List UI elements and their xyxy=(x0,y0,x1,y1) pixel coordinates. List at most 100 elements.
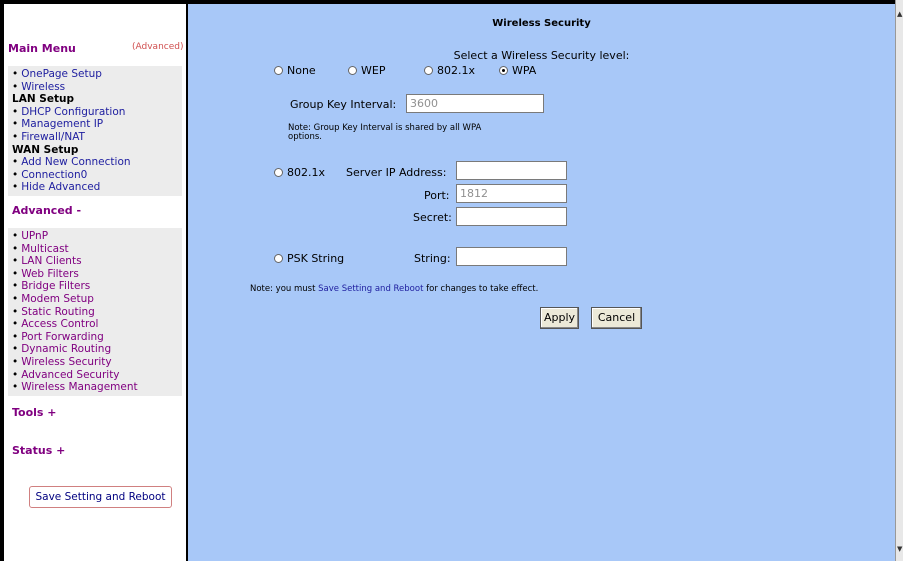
main-content: Wireless Security Select a Wireless Secu… xyxy=(188,4,895,561)
sidebar-item-label: Access Control xyxy=(21,318,99,331)
sidebar-item-connection0[interactable]: • Connection0 xyxy=(8,169,182,182)
radio-level-wep[interactable]: WEP xyxy=(348,64,385,77)
radio-psk-string[interactable]: PSK String xyxy=(274,252,344,265)
psk-string-input[interactable] xyxy=(456,247,567,266)
radio-auth-8021x[interactable]: 802.1x xyxy=(274,166,325,179)
sidebar-item-label: Advanced Security xyxy=(21,368,120,381)
bullet-icon: • xyxy=(12,168,19,181)
sidebar-item-dhcp-configuration[interactable]: • DHCP Configuration xyxy=(8,106,182,119)
sidebar-item-label: Connection0 xyxy=(21,168,88,181)
page-title: Wireless Security xyxy=(492,18,591,29)
security-level-prompt: Select a Wireless Security level: xyxy=(453,49,630,62)
bullet-icon: • xyxy=(12,80,19,93)
sidebar-item-label: Add New Connection xyxy=(21,156,131,169)
port-label: Port: xyxy=(424,189,450,202)
sidebar-item-label: Wireless Security xyxy=(21,355,112,368)
sidebar-item-onepage-setup[interactable]: • OnePage Setup xyxy=(8,68,182,81)
group-key-interval-label: Group Key Interval: xyxy=(290,98,397,111)
advanced-menu-list: • UPnP • Multicast • LAN Clients • Web Filte… xyxy=(8,228,182,396)
sidebar-item-label: UPnP xyxy=(21,230,49,242)
sidebar-item-add-new-connection[interactable]: • Add New Connection xyxy=(8,156,182,169)
bullet-icon: • xyxy=(12,242,19,255)
vertical-scrollbar[interactable]: ▲ ▼ xyxy=(895,0,903,561)
radio-icon xyxy=(348,66,357,75)
bullet-icon: • xyxy=(12,130,19,143)
sidebar-item-label: OnePage Setup xyxy=(21,68,102,80)
sidebar-item-label: Wireless Management xyxy=(21,381,138,394)
sidebar-item-label: Static Routing xyxy=(21,305,95,318)
save-and-reboot-button[interactable]: Save Setting and Reboot xyxy=(29,486,172,508)
radio-icon xyxy=(274,168,283,177)
sidebar-item-label: Dynamic Routing xyxy=(21,343,112,356)
sidebar-item-modem-setup[interactable]: • Modem Setup xyxy=(8,293,182,306)
footer-note: Note: you must Save Setting and Reboot f… xyxy=(250,284,538,294)
sidebar-item-dynamic-routing[interactable]: • Dynamic Routing xyxy=(8,343,182,356)
sidebar-item-port-forwarding[interactable]: • Port Forwarding xyxy=(8,331,182,344)
bullet-icon: • xyxy=(12,280,19,293)
server-ip-label: Server IP Address: xyxy=(346,166,447,179)
bullet-icon: • xyxy=(12,305,19,318)
group-key-interval-input[interactable]: 3600 xyxy=(406,94,544,113)
sidebar-item-static-routing[interactable]: • Static Routing xyxy=(8,306,182,319)
radio-label: 802.1x xyxy=(287,166,326,179)
main-menu-title: Main Menu xyxy=(8,42,76,55)
sidebar-item-label: Web Filters xyxy=(21,267,79,280)
sidebar-item-label: Multicast xyxy=(21,242,69,255)
radio-selected-icon xyxy=(499,66,508,75)
sidebar-item-web-filters[interactable]: • Web Filters xyxy=(8,268,182,281)
radio-icon xyxy=(424,66,433,75)
sidebar-item-wireless-management[interactable]: • Wireless Management xyxy=(8,381,182,394)
sidebar-item-access-control[interactable]: • Access Control xyxy=(8,318,182,331)
sidebar-section-wan-setup: WAN Setup xyxy=(12,143,79,156)
secret-input[interactable] xyxy=(456,207,567,226)
bullet-icon: • xyxy=(12,255,19,268)
sidebar-section-lan-setup: LAN Setup xyxy=(12,93,74,106)
advanced-toggle-link[interactable]: (Advanced) xyxy=(132,42,183,52)
radio-level-none[interactable]: None xyxy=(274,64,316,77)
apply-button[interactable]: Apply xyxy=(540,307,579,329)
sidebar-item-bridge-filters[interactable]: • Bridge Filters xyxy=(8,280,182,293)
radio-icon xyxy=(274,254,283,263)
bullet-icon: • xyxy=(12,156,19,169)
save-reboot-link[interactable]: Save Setting and Reboot xyxy=(318,284,423,294)
bullet-icon: • xyxy=(12,267,19,280)
radio-icon xyxy=(274,66,283,75)
bullet-icon: • xyxy=(12,343,19,356)
bullet-icon: • xyxy=(12,105,19,118)
main-menu-list: • OnePage Setup • Wireless LAN Setup • DHCP… xyxy=(8,66,182,196)
sidebar-item-label: Modem Setup xyxy=(21,292,94,305)
status-section-toggle[interactable]: Status + xyxy=(12,444,65,457)
sidebar-item-wireless[interactable]: • Wireless xyxy=(8,81,182,94)
sidebar-item-lan-clients[interactable]: • LAN Clients xyxy=(8,255,182,268)
sidebar-item-multicast[interactable]: • Multicast xyxy=(8,243,182,256)
port-input[interactable]: 1812 xyxy=(456,184,567,203)
sidebar-item-management-ip[interactable]: • Management IP xyxy=(8,118,182,131)
bullet-icon: • xyxy=(12,118,19,131)
sidebar-item-wireless-security[interactable]: • Wireless Security xyxy=(8,356,182,369)
radio-label: PSK String xyxy=(287,252,345,265)
radio-level-8021x[interactable]: 802.1x xyxy=(424,64,475,77)
bullet-icon: • xyxy=(12,68,19,80)
sidebar-item-upnp[interactable]: • UPnP xyxy=(8,230,182,243)
sidebar-item-advanced-security[interactable]: • Advanced Security xyxy=(8,369,182,382)
sidebar: Main Menu (Advanced) • OnePage Setup • Wir… xyxy=(4,4,186,561)
sidebar-item-hide-advanced[interactable]: • Hide Advanced xyxy=(8,181,182,194)
tools-section-toggle[interactable]: Tools + xyxy=(12,406,57,419)
sidebar-item-label: Management IP xyxy=(21,118,104,131)
sidebar-item-firewall-nat[interactable]: • Firewall/NAT xyxy=(8,131,182,144)
secret-label: Secret: xyxy=(413,211,452,224)
psk-string-label: String: xyxy=(414,252,451,265)
radio-label: WEP xyxy=(361,64,386,77)
bullet-icon: • xyxy=(12,355,19,368)
bullet-icon: • xyxy=(12,292,19,305)
radio-label: WPA xyxy=(512,64,537,77)
server-ip-input[interactable] xyxy=(456,161,567,180)
scroll-down-icon[interactable]: ▼ xyxy=(897,545,902,553)
bullet-icon: • xyxy=(12,318,19,331)
radio-label: 802.1x xyxy=(437,64,476,77)
sidebar-item-label: DHCP Configuration xyxy=(21,105,126,118)
radio-level-wpa[interactable]: WPA xyxy=(499,64,536,77)
advanced-section-toggle[interactable]: Advanced - xyxy=(12,204,81,217)
cancel-button[interactable]: Cancel xyxy=(591,307,642,329)
scroll-up-icon[interactable]: ▲ xyxy=(897,10,902,18)
